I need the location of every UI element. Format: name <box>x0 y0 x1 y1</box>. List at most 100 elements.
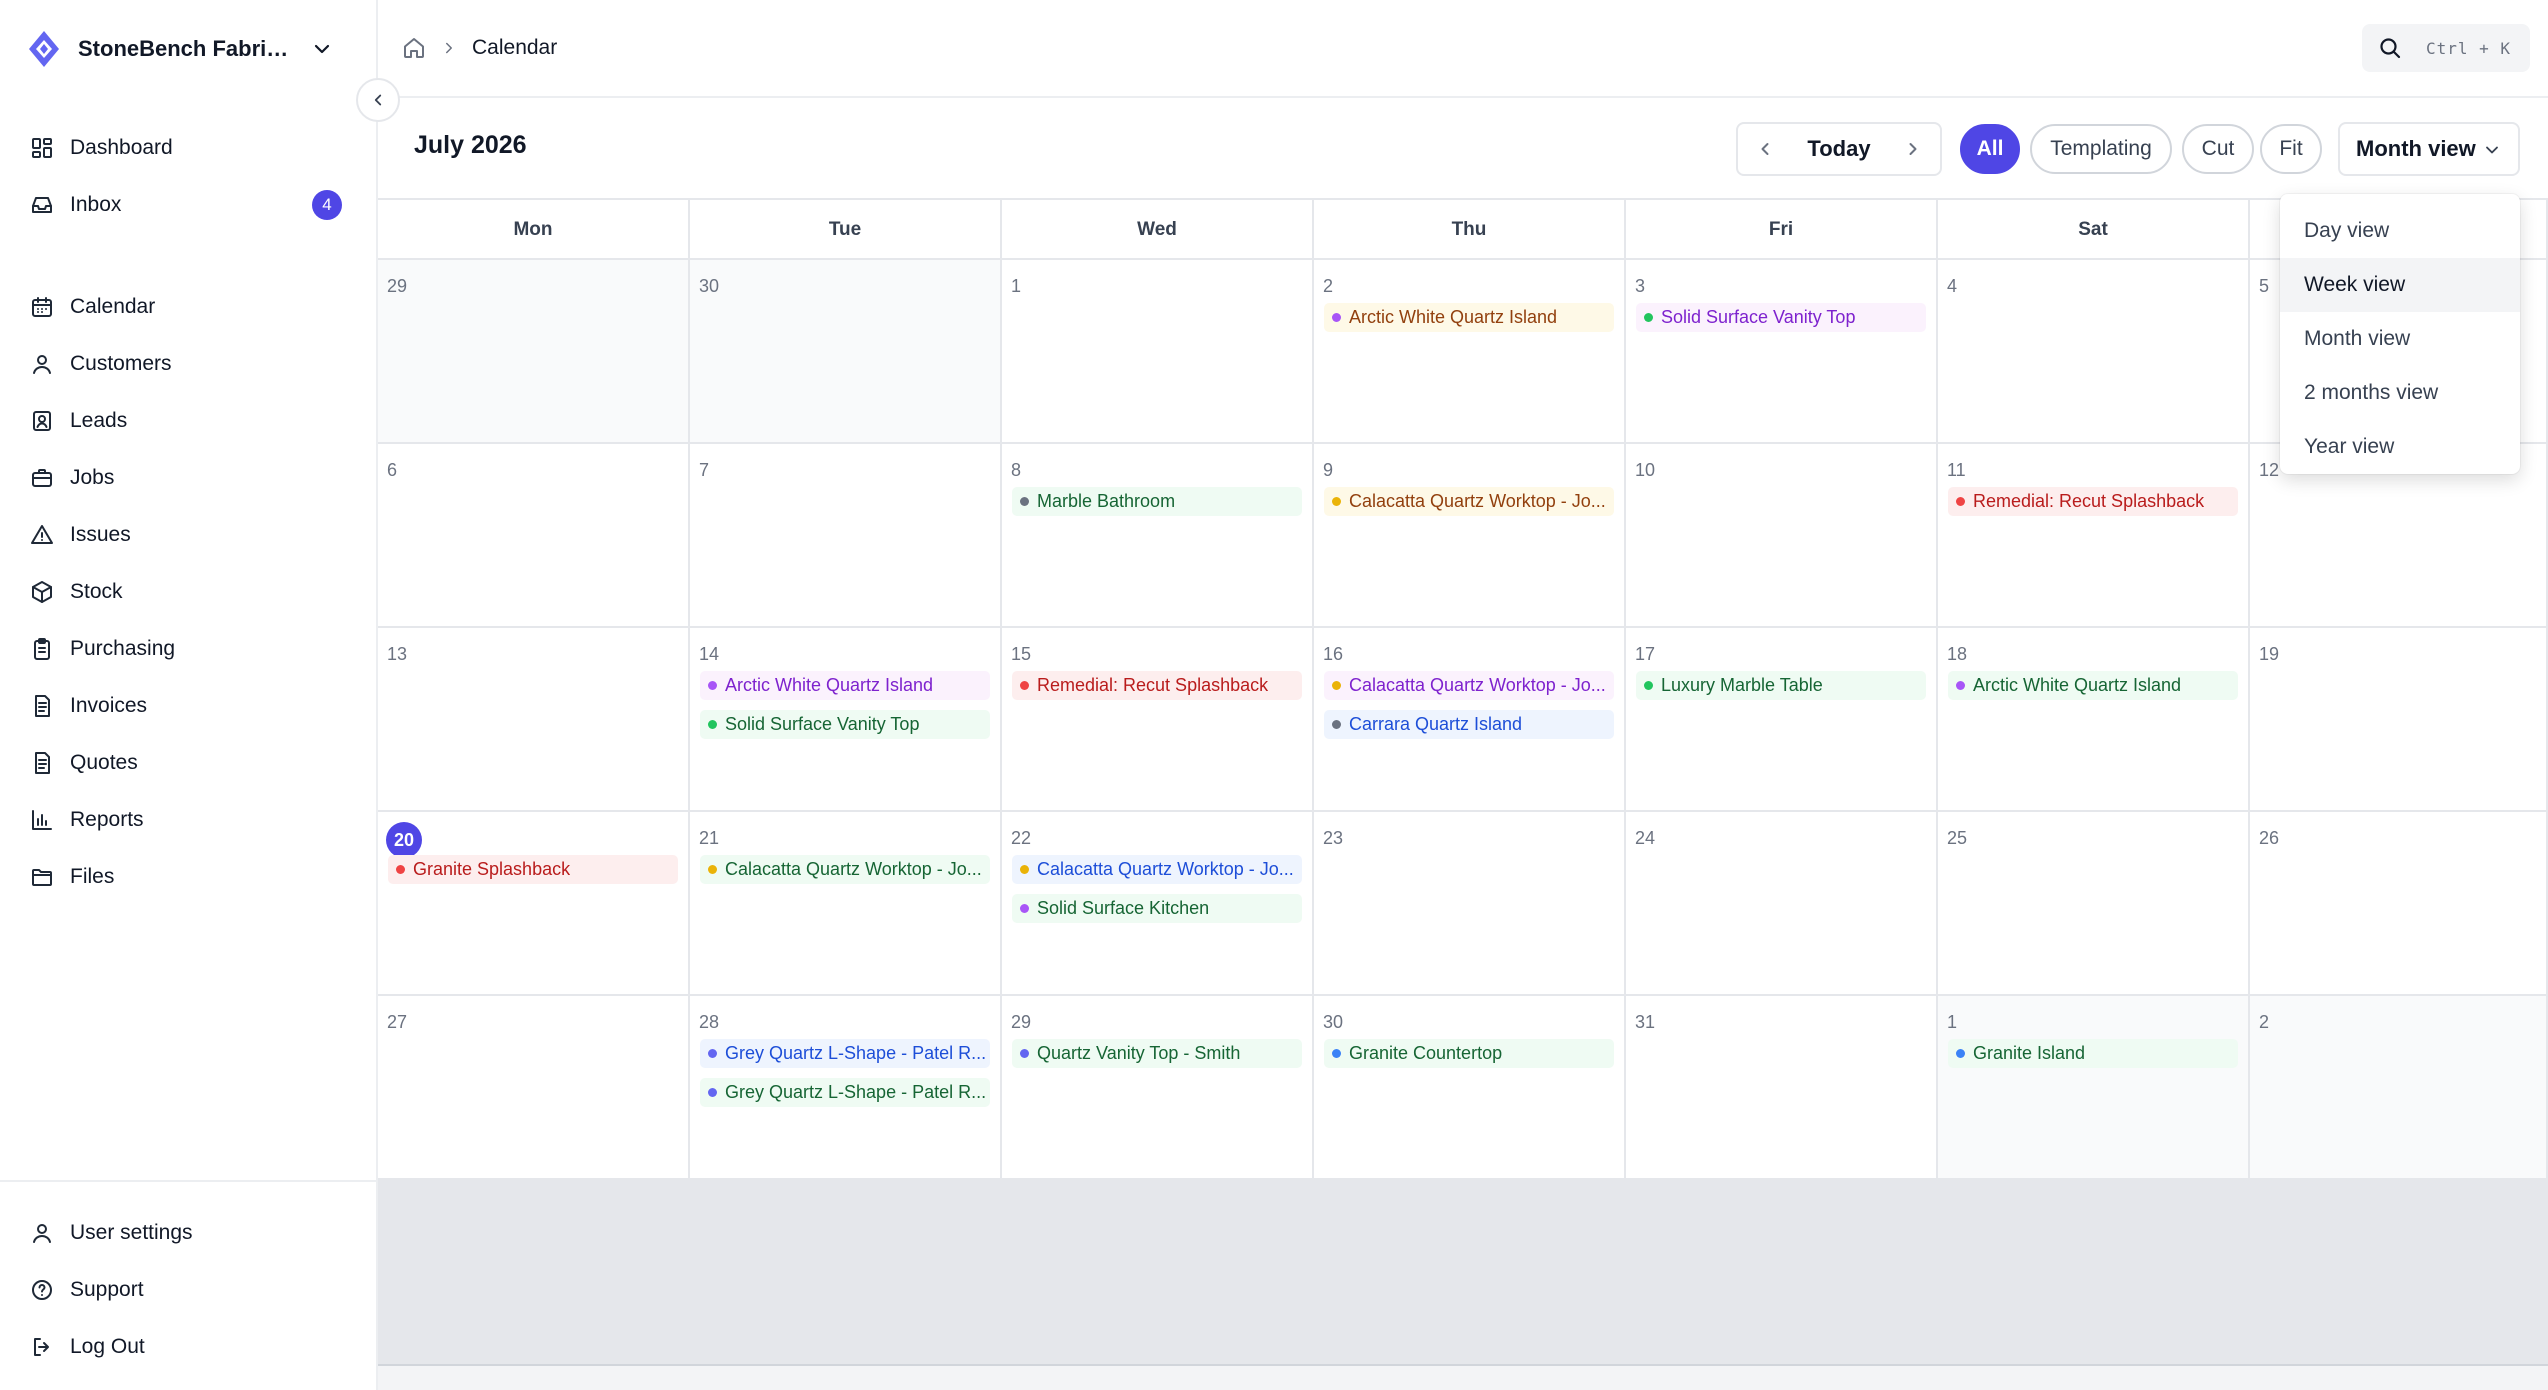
day-cell[interactable]: 8 Marble Bathroom <box>1002 444 1314 628</box>
day-cell[interactable]: 27 <box>378 996 690 1180</box>
calendar-event[interactable]: Granite Countertop <box>1324 1039 1614 1068</box>
day-cell[interactable]: 3 Solid Surface Vanity Top <box>1626 260 1938 444</box>
day-cell[interactable]: 25 <box>1938 812 2250 996</box>
sidebar-item-stock[interactable]: Stock <box>0 563 378 620</box>
calendar-event[interactable]: Quartz Vanity Top - Smith <box>1012 1039 1302 1068</box>
sidebar-item-issues[interactable]: Issues <box>0 506 378 563</box>
view-option-month-view[interactable]: Month view <box>2280 312 2520 366</box>
day-cell[interactable]: 13 <box>378 628 690 812</box>
home-icon[interactable] <box>402 36 426 60</box>
day-cell[interactable]: 1 Granite Island <box>1938 996 2250 1180</box>
day-cell[interactable]: 2 Arctic White Quartz Island <box>1314 260 1626 444</box>
day-cell[interactable]: 16 Calacatta Quartz Worktop - Jo... Carrar… <box>1314 628 1626 812</box>
chevron-left-icon <box>374 94 382 106</box>
sidebar-item-inbox[interactable]: Inbox 4 <box>0 176 378 233</box>
filter-cut[interactable]: Cut <box>2182 124 2254 174</box>
day-cell[interactable]: 11 Remedial: Recut Splashback <box>1938 444 2250 628</box>
sidebar-item-customers[interactable]: Customers <box>0 335 378 392</box>
view-option-day-view[interactable]: Day view <box>2280 204 2520 258</box>
day-cell[interactable]: 30 <box>690 260 1002 444</box>
filter-fit[interactable]: Fit <box>2260 124 2322 174</box>
filter-templating[interactable]: Templating <box>2030 124 2172 174</box>
calendar-event[interactable]: Solid Surface Vanity Top <box>700 710 990 739</box>
day-cell[interactable]: 6 <box>378 444 690 628</box>
calendar-event[interactable]: Arctic White Quartz Island <box>1948 671 2238 700</box>
contact-icon <box>30 409 54 433</box>
calendar-event[interactable]: Marble Bathroom <box>1012 487 1302 516</box>
weekday-tue: Tue <box>690 200 1002 260</box>
sidebar-item-log-out[interactable]: Log Out <box>0 1318 378 1375</box>
sidebar-item-support[interactable]: Support <box>0 1261 378 1318</box>
next-month-button[interactable] <box>1886 124 1940 174</box>
sidebar-item-user-settings[interactable]: User settings <box>0 1204 378 1261</box>
day-cell[interactable]: 14 Arctic White Quartz Island Solid Surfac… <box>690 628 1002 812</box>
date-number: 1 <box>1947 1012 1958 1032</box>
day-cell[interactable]: 21 Calacatta Quartz Worktop - Jo... <box>690 812 1002 996</box>
event-title: Calacatta Quartz Worktop - Jo... <box>1349 675 1606 695</box>
calendar-event[interactable]: Calacatta Quartz Worktop - Jo... <box>1012 855 1302 884</box>
view-option-year-view[interactable]: Year view <box>2280 420 2520 474</box>
day-cell[interactable]: 17 Luxury Marble Table <box>1626 628 1938 812</box>
day-cell[interactable]: 1 <box>1002 260 1314 444</box>
day-cell[interactable]: 4 <box>1938 260 2250 444</box>
day-cell[interactable]: 29 <box>378 260 690 444</box>
sidebar-item-label: User settings <box>70 1220 193 1244</box>
calendar-event[interactable]: Calacatta Quartz Worktop - Jo... <box>700 855 990 884</box>
search-button[interactable]: Ctrl + K <box>2362 24 2530 72</box>
day-cell[interactable]: 26 <box>2250 812 2548 996</box>
calendar-event[interactable]: Arctic White Quartz Island <box>700 671 990 700</box>
calendar-event[interactable]: Luxury Marble Table <box>1636 671 1926 700</box>
day-cell[interactable]: 22 Calacatta Quartz Worktop - Jo... Solid … <box>1002 812 1314 996</box>
day-cell[interactable]: 7 <box>690 444 1002 628</box>
warning-icon <box>30 523 54 547</box>
weekday-wed: Wed <box>1002 200 1314 260</box>
day-cell[interactable]: 28 Grey Quartz L-Shape - Patel R... Grey Q… <box>690 996 1002 1180</box>
view-option-week-view[interactable]: Week view <box>2280 258 2520 312</box>
sidebar-item-jobs[interactable]: Jobs <box>0 449 378 506</box>
calendar-event[interactable]: Solid Surface Kitchen <box>1012 894 1302 923</box>
day-cell[interactable]: 9 Calacatta Quartz Worktop - Jo... <box>1314 444 1626 628</box>
previous-month-button[interactable] <box>1738 124 1792 174</box>
day-cell[interactable]: 30 Granite Countertop <box>1314 996 1626 1180</box>
date-number: 16 <box>1323 644 1344 664</box>
calendar-event[interactable]: Carrara Quartz Island <box>1324 710 1614 739</box>
day-cell[interactable]: 19 <box>2250 628 2548 812</box>
today-button[interactable]: Today <box>1792 136 1886 162</box>
calendar-event[interactable]: Arctic White Quartz Island <box>1324 303 1614 332</box>
day-cell[interactable]: 2 <box>2250 996 2548 1180</box>
horizontal-scrollbar[interactable] <box>378 1364 2548 1390</box>
day-cell[interactable]: 20 Granite Splashback <box>378 812 690 996</box>
sidebar-item-reports[interactable]: Reports <box>0 791 378 848</box>
sidebar-item-quotes[interactable]: Quotes <box>0 734 378 791</box>
day-cell[interactable]: 23 <box>1314 812 1626 996</box>
sidebar-item-purchasing[interactable]: Purchasing <box>0 620 378 677</box>
calendar-event[interactable]: Grey Quartz L-Shape - Patel R... <box>700 1039 990 1068</box>
sidebar-item-invoices[interactable]: Invoices <box>0 677 378 734</box>
day-cell[interactable]: 15 Remedial: Recut Splashback <box>1002 628 1314 812</box>
org-switcher[interactable]: StoneBench Fabricati... <box>26 24 346 74</box>
calendar-event[interactable]: Remedial: Recut Splashback <box>1012 671 1302 700</box>
date-number: 21 <box>699 828 720 848</box>
filter-all[interactable]: All <box>1960 124 2020 174</box>
view-select[interactable]: Month view <box>2338 122 2520 176</box>
sidebar-item-dashboard[interactable]: Dashboard <box>0 119 378 176</box>
calendar-event[interactable]: Granite Splashback <box>388 855 678 884</box>
event-status-dot <box>1644 313 1653 322</box>
calendar-event[interactable]: Calacatta Quartz Worktop - Jo... <box>1324 671 1614 700</box>
calendar-event[interactable]: Solid Surface Vanity Top <box>1636 303 1926 332</box>
sidebar-item-leads[interactable]: Leads <box>0 392 378 449</box>
calendar-event[interactable]: Grey Quartz L-Shape - Patel R... <box>700 1078 990 1107</box>
day-cell[interactable]: 10 <box>1626 444 1938 628</box>
sidebar-item-files[interactable]: Files <box>0 848 378 905</box>
calendar-event[interactable]: Remedial: Recut Splashback <box>1948 487 2238 516</box>
calendar-event[interactable]: Calacatta Quartz Worktop - Jo... <box>1324 487 1614 516</box>
day-cell[interactable]: 31 <box>1626 996 1938 1180</box>
date-number: 14 <box>699 644 720 664</box>
collapse-sidebar-button[interactable] <box>356 78 400 122</box>
view-option-2-months-view[interactable]: 2 months view <box>2280 366 2520 420</box>
day-cell[interactable]: 18 Arctic White Quartz Island <box>1938 628 2250 812</box>
day-cell[interactable]: 24 <box>1626 812 1938 996</box>
calendar-event[interactable]: Granite Island <box>1948 1039 2238 1068</box>
day-cell[interactable]: 29 Quartz Vanity Top - Smith <box>1002 996 1314 1180</box>
sidebar-item-calendar[interactable]: Calendar <box>0 278 378 335</box>
